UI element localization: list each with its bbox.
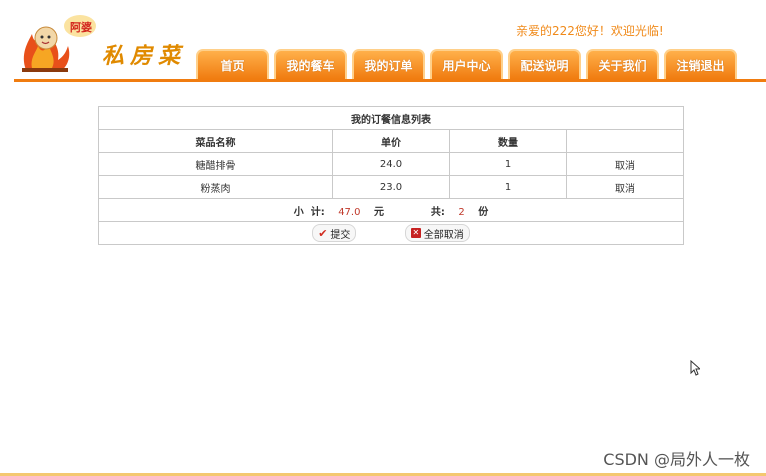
dish-quantity: 1 <box>449 152 567 176</box>
count-label: 共: <box>430 206 445 218</box>
dish-price: 23.0 <box>332 175 450 199</box>
column-header-dish: 菜品名称 <box>98 129 333 153</box>
main-nav: 首页 我的餐车 我的订单 用户中心 配送说明 关于我们 注销退出 <box>196 49 737 79</box>
dish-name: 糖醋排骨 <box>98 152 333 176</box>
column-header-action <box>566 129 684 153</box>
cancel-item-link[interactable]: 取消 <box>615 161 635 172</box>
checkmark-icon: ✔ <box>318 226 328 240</box>
nav-user-center-tab[interactable]: 用户中心 <box>430 49 503 79</box>
watermark-text: CSDN @局外人一枚 <box>603 450 750 469</box>
nav-logout-tab[interactable]: 注销退出 <box>664 49 737 79</box>
dish-name: 粉蒸肉 <box>98 175 333 199</box>
cancel-all-label: 全部取消 <box>423 229 464 241</box>
count-value: 2 <box>458 206 465 218</box>
nav-divider <box>14 79 766 82</box>
cancel-all-button[interactable]: ✕ 全部取消 <box>404 224 470 242</box>
subtotal-value: 47.0 <box>338 206 361 218</box>
table-row: 粉蒸肉 23.0 1 取消 <box>98 175 684 199</box>
subtotal-row: 小 计: 47.0 元 共: 2 份 <box>98 198 684 222</box>
action-cell: ✔ 提交 ✕ 全部取消 <box>98 221 684 245</box>
currency-unit: 元 <box>373 206 384 218</box>
nav-home-tab[interactable]: 首页 <box>196 49 269 79</box>
table-header-row: 菜品名称 单价 数量 <box>98 129 684 153</box>
logo-badge: 阿婆 <box>70 21 92 34</box>
cancel-item-link[interactable]: 取消 <box>615 184 635 195</box>
site-logo: 阿婆 私房菜 <box>18 12 188 74</box>
table-row: 糖醋排骨 24.0 1 取消 <box>98 152 684 176</box>
dish-quantity: 1 <box>449 175 567 199</box>
close-icon: ✕ <box>410 228 421 238</box>
count-unit: 份 <box>478 206 489 218</box>
dish-price: 24.0 <box>332 152 450 176</box>
column-header-price: 单价 <box>332 129 450 153</box>
welcome-message: 亲爱的222您好！欢迎光临! <box>516 24 664 38</box>
submit-label: 提交 <box>330 229 351 241</box>
mouse-cursor-icon <box>690 360 700 376</box>
nav-about-tab[interactable]: 关于我们 <box>586 49 659 79</box>
subtotal-label: 小 计: <box>293 206 325 218</box>
nav-cart-tab[interactable]: 我的餐车 <box>274 49 347 79</box>
nav-delivery-info-tab[interactable]: 配送说明 <box>508 49 581 79</box>
column-header-quantity: 数量 <box>449 129 567 153</box>
logo-text: 私房菜 <box>102 43 187 69</box>
order-list-table: 我的订餐信息列表 菜品名称 单价 数量 糖醋排骨 24.0 1 取消 粉蒸肉 2… <box>98 106 684 245</box>
submit-order-button[interactable]: ✔ 提交 <box>312 224 357 242</box>
nav-orders-tab[interactable]: 我的订单 <box>352 49 425 79</box>
table-caption: 我的订餐信息列表 <box>98 106 684 130</box>
